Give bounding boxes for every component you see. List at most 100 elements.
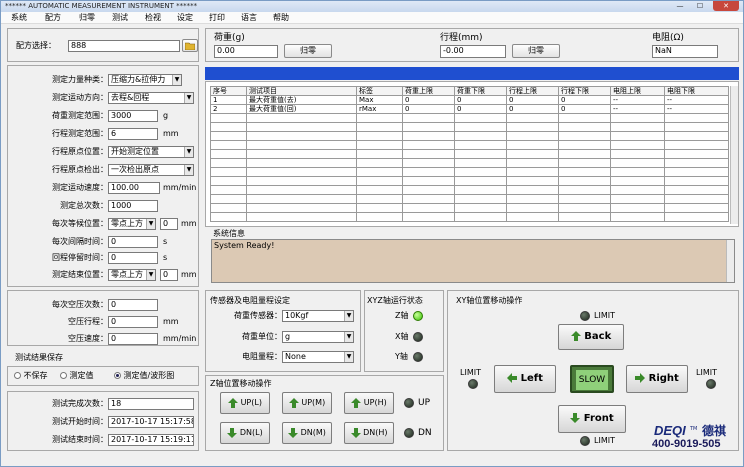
arrow-left-icon (507, 373, 518, 383)
table-cell: -- (610, 95, 665, 105)
total-count-input[interactable]: 1000 (108, 200, 158, 212)
menu-view[interactable]: 检视 (145, 12, 161, 24)
down-mid-button[interactable]: DN(M) (282, 422, 332, 444)
table-row[interactable] (210, 212, 729, 222)
stroke-range-input[interactable]: 6 (108, 128, 158, 140)
stroke-origin-select[interactable]: 开始测定位置 ▼ (108, 146, 194, 158)
up-high-button[interactable]: UP(H) (344, 392, 394, 414)
column-header[interactable]: 行程上限 (506, 86, 559, 96)
load-sensor-select[interactable]: 10Kgf ▼ (282, 310, 354, 322)
load-range-input[interactable]: 3000 (108, 110, 158, 122)
end-position-input[interactable]: 0 (160, 269, 178, 281)
res-range-select[interactable]: None ▼ (282, 351, 354, 363)
idle-count-label: 每次空压次数： (52, 300, 108, 309)
table-row[interactable] (210, 167, 729, 177)
up-label: UP (418, 398, 431, 408)
column-header[interactable]: 行程下限 (558, 86, 611, 96)
maximize-button[interactable]: ☐ (691, 1, 709, 11)
table-row[interactable]: 2 最大荷重值(回) rMax 0 0 0 0 -- -- (210, 104, 729, 114)
load-unit-select[interactable]: g ▼ (282, 331, 354, 343)
arrow-up-icon (228, 397, 239, 408)
origin-detect-select[interactable]: 一次检出原点 ▼ (108, 164, 194, 176)
front-button[interactable]: Front (558, 405, 626, 433)
idle-speed-input[interactable]: 0 (108, 333, 158, 345)
idle-count-input[interactable]: 0 (108, 299, 158, 311)
right-button[interactable]: Right (626, 365, 688, 393)
wait-position-input[interactable]: 0 (160, 218, 178, 230)
left-button[interactable]: Left (494, 365, 556, 393)
column-header[interactable]: 序号 (210, 86, 247, 96)
xyz-status-panel: XYZ轴运行状态 Z轴 X轴 Y轴 (364, 290, 444, 372)
arrow-right-icon (635, 373, 646, 383)
resistance-label: 电阻(Ω) (652, 33, 684, 43)
table-row[interactable] (210, 185, 729, 195)
back-button[interactable]: Back (558, 324, 624, 350)
column-header[interactable]: 标签 (356, 86, 403, 96)
stroke-zero-button[interactable]: 归零 (512, 44, 560, 58)
table-row[interactable] (210, 149, 729, 159)
column-header[interactable]: 荷重下限 (454, 86, 507, 96)
table-row[interactable] (210, 203, 729, 213)
menu-print[interactable]: 打印 (209, 12, 225, 24)
arrow-up-icon (570, 331, 581, 341)
save-option-none[interactable]: 不保存 (14, 370, 48, 382)
column-header[interactable]: 荷重上限 (402, 86, 455, 96)
table-row[interactable] (210, 113, 729, 123)
total-count-label: 测定总次数： (60, 201, 108, 210)
sysinfo-scrollbar[interactable] (726, 240, 734, 282)
table-cell: -- (610, 104, 665, 114)
idle-stroke-input[interactable]: 0 (108, 316, 158, 328)
wait-position-select[interactable]: 零点上方 ▼ (108, 218, 156, 230)
down-label: DN (418, 428, 432, 438)
table-row[interactable] (210, 194, 729, 204)
menu-zero[interactable]: 归零 (79, 12, 95, 24)
column-header[interactable]: 电阻上限 (610, 86, 665, 96)
sensor-panel: 传感器及电阻量程设定 荷重传感器： 10Kgf ▼ 荷重单位： g ▼ 电阻量程： … (205, 290, 361, 372)
recipe-input[interactable]: 888 (68, 40, 180, 52)
table-scrollbar[interactable] (730, 86, 738, 224)
table-row[interactable] (210, 140, 729, 150)
idle-stroke-unit: mm (163, 317, 179, 326)
xyz-status-title: XYZ轴运行状态 (367, 296, 423, 305)
end-position-select[interactable]: 零点上方 ▼ (108, 269, 156, 281)
force-type-select[interactable]: 压缩力&拉伸力 ▼ (108, 74, 182, 86)
table-row[interactable] (210, 176, 729, 186)
res-range-label: 电阻量程： (242, 352, 282, 361)
minimize-button[interactable]: — (671, 1, 689, 11)
y-axis-led (413, 352, 423, 362)
close-button[interactable]: ✕ (713, 1, 739, 11)
down-low-button[interactable]: DN(L) (220, 422, 270, 444)
table-row[interactable] (210, 131, 729, 141)
save-option-values[interactable]: 测定值 (60, 370, 94, 382)
menu-help[interactable]: 帮助 (273, 12, 289, 24)
sysinfo-box[interactable]: System Ready! (211, 239, 735, 283)
table-row[interactable] (210, 158, 729, 168)
column-header[interactable]: 电阻下限 (664, 86, 729, 96)
up-mid-button[interactable]: UP(M) (282, 392, 332, 414)
interval-unit: s (163, 237, 168, 246)
interval-input[interactable]: 0 (108, 236, 158, 248)
direction-select[interactable]: 去程&回程 ▼ (108, 92, 194, 104)
slow-button[interactable]: SLOW (570, 365, 614, 393)
menu-settings[interactable]: 设定 (177, 12, 193, 24)
table-row[interactable]: 1 最大荷重值(去) Max 0 0 0 0 -- -- (210, 95, 729, 105)
load-zero-button[interactable]: 归零 (284, 44, 332, 58)
return-dwell-input[interactable]: 0 (108, 252, 158, 264)
up-low-button[interactable]: UP(L) (220, 392, 270, 414)
column-header[interactable]: 测试项目 (246, 86, 357, 96)
table-row[interactable] (210, 122, 729, 132)
menu-language[interactable]: 语言 (241, 12, 257, 24)
save-option-values-waveform[interactable]: 测定值/波形图 (114, 370, 174, 382)
left-limit-led (468, 379, 478, 389)
menu-test[interactable]: 测试 (112, 12, 128, 24)
speed-input[interactable]: 100.00 (108, 182, 160, 194)
stroke-value: -0.00 (440, 45, 506, 58)
arrow-down-icon (350, 427, 361, 438)
menu-system[interactable]: 系统 (11, 12, 27, 24)
chevron-down-icon: ▼ (146, 270, 155, 280)
idle-stroke-label: 空压行程： (68, 317, 108, 326)
open-folder-button[interactable] (182, 39, 198, 52)
chevron-down-icon: ▼ (344, 311, 353, 321)
menu-recipe[interactable]: 配方 (45, 12, 61, 24)
down-high-button[interactable]: DN(H) (344, 422, 394, 444)
